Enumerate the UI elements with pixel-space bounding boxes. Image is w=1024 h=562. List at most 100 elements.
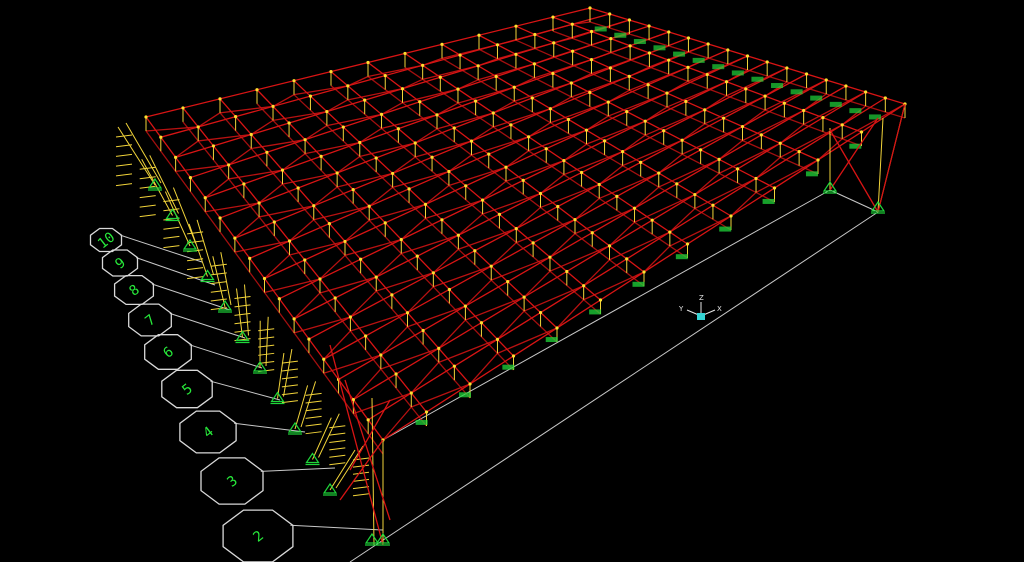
node xyxy=(374,156,378,160)
node xyxy=(821,116,825,120)
node xyxy=(468,382,472,386)
node xyxy=(864,90,868,94)
grid-line xyxy=(210,380,281,401)
node xyxy=(551,71,555,76)
ground-grid-line-end xyxy=(829,189,879,213)
grid-line xyxy=(290,524,384,531)
node xyxy=(379,353,383,357)
node xyxy=(717,157,721,161)
node xyxy=(514,227,518,231)
node xyxy=(431,271,435,275)
wall-girt xyxy=(305,392,322,396)
diagonal-brace xyxy=(471,136,529,156)
diagonal-brace xyxy=(422,57,443,66)
diagonal-brace xyxy=(282,153,306,171)
node xyxy=(606,100,610,104)
wall-girt xyxy=(187,258,204,262)
wall-column xyxy=(312,417,332,460)
diagonal-brace xyxy=(313,186,338,207)
node xyxy=(665,91,669,95)
wall-girt xyxy=(352,486,370,490)
member-tag xyxy=(810,95,823,101)
node xyxy=(703,108,707,112)
diagonal-brace xyxy=(497,42,554,60)
node xyxy=(343,239,347,244)
member-tag xyxy=(415,419,428,425)
diagonal-brace xyxy=(352,368,382,401)
wall-column xyxy=(300,381,317,428)
diagonal-brace xyxy=(634,186,660,209)
node xyxy=(312,204,316,208)
support-icon xyxy=(364,532,380,546)
wall-girt xyxy=(115,183,133,187)
wall-girt xyxy=(139,204,156,208)
node xyxy=(627,74,631,78)
node xyxy=(479,321,484,325)
member-tag xyxy=(849,108,862,114)
node xyxy=(859,130,864,134)
node xyxy=(782,101,786,105)
diagonal-brace xyxy=(644,106,668,122)
node xyxy=(722,116,726,120)
node xyxy=(413,141,417,145)
node xyxy=(257,201,261,205)
node xyxy=(514,24,518,28)
model-viewport[interactable]: 2 3 4 5 6 7 8 9 10 Z Y X xyxy=(0,0,1024,562)
diagonal-brace xyxy=(250,119,274,136)
wall-girt xyxy=(210,263,227,267)
member-tag xyxy=(502,364,515,370)
node xyxy=(477,33,481,37)
wall-girt xyxy=(258,344,275,348)
diagonal-brace xyxy=(742,109,804,142)
diagonal-brace xyxy=(779,124,843,158)
node xyxy=(430,155,434,159)
node xyxy=(772,186,777,190)
member-tag xyxy=(805,171,818,177)
node xyxy=(400,87,405,91)
diagonal-brace xyxy=(669,208,696,233)
diagonal-brace xyxy=(694,177,757,210)
wall-column xyxy=(244,284,249,336)
node xyxy=(680,138,684,142)
diagonal-brace xyxy=(323,354,382,374)
grid-line xyxy=(169,312,246,339)
member-tag xyxy=(675,254,688,260)
node xyxy=(685,242,690,246)
node xyxy=(646,83,650,87)
node xyxy=(318,277,322,281)
node xyxy=(824,78,828,82)
diagonal-brace xyxy=(755,156,781,179)
node xyxy=(705,72,709,77)
node xyxy=(440,42,444,46)
diagonal-brace xyxy=(293,316,351,334)
grid-bubble-label: 10 xyxy=(95,229,118,252)
member-tag xyxy=(459,392,471,398)
node xyxy=(556,204,560,209)
axis-x-label: X xyxy=(717,305,722,313)
node xyxy=(686,65,690,69)
wall-girt xyxy=(234,321,251,325)
wall-girt xyxy=(281,376,298,380)
node xyxy=(627,18,631,22)
node xyxy=(218,216,222,220)
diagonal-brace xyxy=(228,147,252,166)
member-tag xyxy=(632,281,645,287)
wall-column xyxy=(294,385,309,430)
node xyxy=(405,311,410,315)
diagonal-brace xyxy=(550,96,572,110)
structural-model-canvas[interactable]: 2 3 4 5 678 9 10 Z Y X xyxy=(0,0,1024,562)
node xyxy=(287,121,291,125)
node xyxy=(544,147,548,151)
diagonal-brace xyxy=(272,94,295,107)
node xyxy=(464,184,468,188)
wall-girt xyxy=(163,245,180,249)
diagonal-brace xyxy=(598,165,624,185)
member-tag xyxy=(653,45,666,51)
node xyxy=(778,141,782,145)
node xyxy=(686,36,691,40)
node xyxy=(203,196,207,200)
node xyxy=(351,187,355,192)
diagonal-brace xyxy=(609,221,635,247)
member-tag xyxy=(712,64,725,70)
grid-bubble: 10 xyxy=(89,227,123,252)
